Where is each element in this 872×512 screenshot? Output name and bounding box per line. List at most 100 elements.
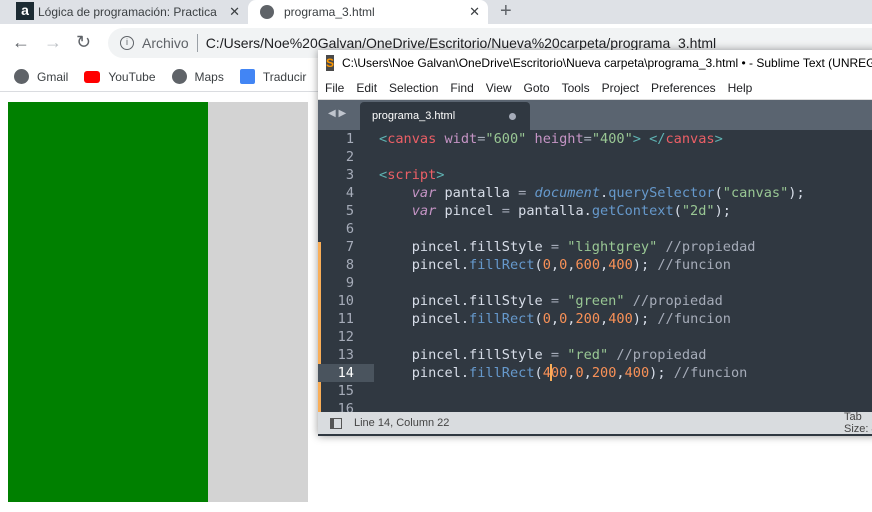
close-tab-icon[interactable]: ✕: [229, 4, 240, 20]
back-icon[interactable]: ←: [12, 32, 30, 53]
line-number: 14: [318, 364, 374, 382]
menu-find[interactable]: Find: [450, 81, 473, 95]
code-token: <: [379, 131, 388, 147]
bookmark-gmail[interactable]: Gmail: [14, 69, 68, 84]
code-line[interactable]: 7 pincel.fillStyle = "lightgrey" //propi…: [318, 238, 872, 256]
code-line[interactable]: 1 <canvas widt="600" height="400"> </canv…: [318, 130, 872, 148]
code-text: pincel.fillRect(400,0,200,400); //funcio…: [379, 364, 747, 382]
window-title-bar: S C:\Users\Noe Galvan\OneDrive\Escritori…: [318, 50, 872, 76]
bookmark-label: YouTube: [108, 69, 156, 84]
menu-goto[interactable]: Goto: [524, 81, 550, 95]
editor-tab-bar: ◀ ▶ programa_3.html: [318, 100, 872, 130]
code-token: =: [583, 131, 592, 147]
alura-favicon-icon: a: [16, 2, 34, 20]
menu-view[interactable]: View: [486, 81, 512, 95]
code-token: (: [714, 185, 723, 201]
status-bar: Line 14, Column 22 Tab Size: 4: [318, 411, 872, 435]
page-canvas: [8, 102, 308, 502]
code-line[interactable]: 16: [318, 400, 872, 412]
close-tab-icon[interactable]: ✕: [469, 4, 480, 20]
code-line[interactable]: 5 var pincel = pantalla.getContext("2d")…: [318, 202, 872, 220]
line-number: 16: [337, 401, 354, 412]
code-text: var pantalla = document.querySelector("c…: [379, 184, 805, 202]
code-token: 0: [542, 311, 551, 327]
window-title: C:\Users\Noe Galvan\OneDrive\Escritorio\…: [342, 56, 872, 70]
code-text: pincel.fillStyle = "lightgrey" //propied…: [379, 238, 756, 256]
code-token: 00: [550, 365, 568, 381]
code-token: pincel.fillStyle: [379, 239, 551, 255]
bookmark-maps[interactable]: Maps: [171, 69, 224, 84]
code-token: ,: [550, 257, 560, 273]
code-line[interactable]: 9: [318, 274, 872, 292]
code-token: fillRect: [469, 257, 535, 273]
new-tab-icon[interactable]: +: [500, 0, 512, 23]
code-line[interactable]: 2: [318, 148, 872, 166]
code-token: //propiedad: [665, 239, 756, 255]
bookmark-youtube[interactable]: YouTube: [84, 69, 156, 84]
menu-edit[interactable]: Edit: [356, 81, 377, 95]
menu-project[interactable]: Project: [602, 81, 639, 95]
code-line[interactable]: 14 pincel.fillRect(400,0,200,400); //fun…: [318, 364, 872, 382]
code-token: ,: [550, 311, 560, 327]
google-translate-icon: [239, 69, 255, 84]
code-line[interactable]: 3 <script>: [318, 166, 872, 184]
code-line[interactable]: 10 pincel.fillStyle = "green" //propieda…: [318, 292, 872, 310]
reload-icon[interactable]: ↻: [76, 32, 91, 53]
code-token: height: [534, 131, 584, 147]
bookmark-traducir[interactable]: Traducir: [239, 69, 306, 84]
code-line[interactable]: 15: [318, 382, 872, 400]
code-token: "lightgrey": [567, 239, 658, 255]
tab-size[interactable]: Tab Size: 4: [844, 411, 872, 435]
code-token: pincel.fillStyle: [379, 347, 551, 363]
code-line[interactable]: 13 pincel.fillStyle = "red" //propiedad: [318, 346, 872, 364]
code-token: canvas: [665, 131, 715, 147]
code-line[interactable]: 11 pincel.fillRect(0,0,200,400); //funci…: [318, 310, 872, 328]
code-line[interactable]: 6: [318, 220, 872, 238]
browser-tab-logica[interactable]: a Lógica de programación: Practica ✕: [0, 0, 248, 24]
code-editor[interactable]: 1 <canvas widt="600" height="400"> </canv…: [318, 130, 872, 412]
code-token: 0: [542, 257, 551, 273]
editor-tab[interactable]: programa_3.html: [360, 102, 530, 130]
green-rect: [8, 102, 208, 502]
code-token: //funcion: [657, 311, 731, 327]
tab-nav-arrows-icon[interactable]: ◀ ▶: [328, 108, 346, 119]
unsaved-dot-icon[interactable]: [509, 113, 516, 120]
menu-file[interactable]: File: [325, 81, 344, 95]
menu-bar: File Edit Selection Find View Goto Tools Projec…: [318, 76, 872, 100]
line-number: 9: [345, 275, 354, 291]
code-token: var: [411, 203, 437, 219]
tab-title: programa_3.html: [284, 5, 375, 19]
code-token: </: [649, 131, 666, 147]
globe-icon: [260, 5, 274, 19]
line-number: 10: [337, 293, 354, 309]
globe-icon: [14, 69, 29, 84]
code-line[interactable]: 8 pincel.fillRect(0,0,600,400); //funcio…: [318, 256, 872, 274]
code-token: "green": [567, 293, 625, 309]
menu-preferences[interactable]: Preferences: [651, 81, 716, 95]
globe-icon: [171, 69, 187, 84]
security-label: Archivo: [142, 35, 189, 51]
code-token: pincel.: [379, 257, 470, 273]
info-icon[interactable]: i: [120, 36, 134, 50]
browser-tab-programa3[interactable]: programa_3.html ✕: [248, 0, 488, 24]
code-line[interactable]: 12: [318, 328, 872, 346]
code-token: widt: [444, 131, 478, 147]
menu-tools[interactable]: Tools: [562, 81, 590, 95]
forward-icon[interactable]: →: [44, 32, 62, 53]
menu-help[interactable]: Help: [728, 81, 753, 95]
line-number: 13: [337, 347, 354, 363]
code-token: pincel.: [379, 311, 470, 327]
sidebar-toggle-icon[interactable]: [330, 418, 342, 429]
url-text[interactable]: C:/Users/Noe%20Galvan/OneDrive/Escritori…: [206, 35, 716, 51]
menu-selection[interactable]: Selection: [389, 81, 438, 95]
code-token: //propiedad: [632, 293, 723, 309]
code-line[interactable]: 4 var pantalla = document.querySelector(…: [318, 184, 872, 202]
cursor-position: Line 14, Column 22: [354, 417, 450, 429]
code-token: );: [788, 185, 805, 201]
code-token: 400: [608, 257, 633, 273]
line-number: 15: [337, 383, 354, 399]
